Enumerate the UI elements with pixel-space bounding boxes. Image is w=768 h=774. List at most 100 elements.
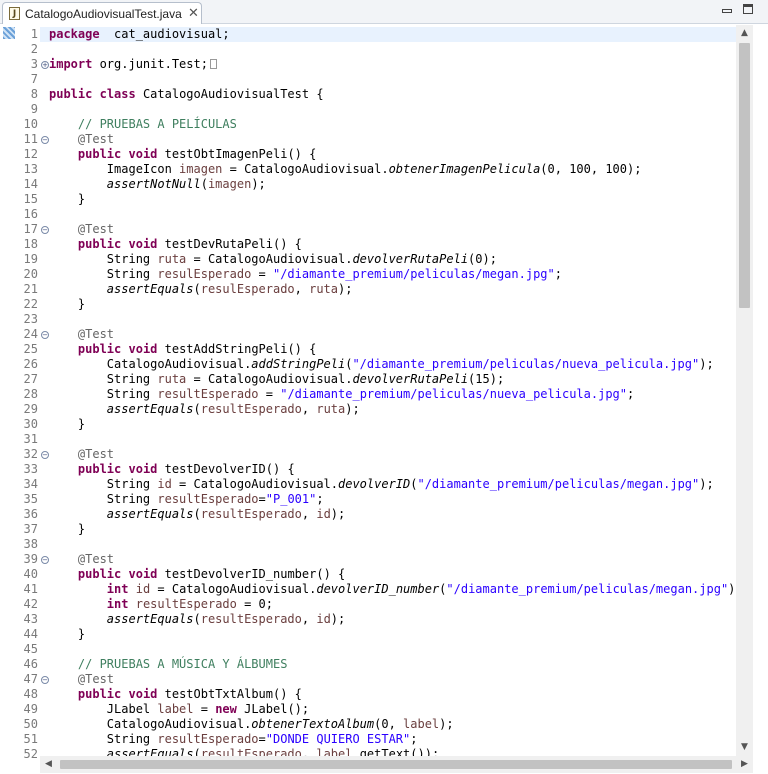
code-line[interactable]: String resultEsperado = "/diamante_premi…	[40, 387, 736, 402]
scroll-right-icon[interactable]: ▶	[736, 756, 753, 773]
scroll-left-icon[interactable]: ◀	[40, 756, 57, 773]
code-line[interactable]: public void testObtImagenPeli() {	[40, 147, 736, 162]
scroll-down-icon[interactable]: ▼	[736, 739, 753, 756]
code-line[interactable]: public void testAddStringPeli() {	[40, 342, 736, 357]
code-token: ;	[554, 267, 562, 281]
code-token: obtenerImagenPelicula	[388, 162, 541, 176]
minimize-icon[interactable]	[722, 9, 732, 13]
code-line[interactable]: int resultEsperado = 0;	[40, 597, 736, 612]
code-line[interactable]: ImageIcon imagen = CatalogoAudiovisual.o…	[40, 162, 736, 177]
close-icon[interactable]: ✕	[188, 6, 199, 21]
line-number: 35	[23, 492, 38, 506]
code-line[interactable]: // PRUEBAS A MÚSICA Y ÁLBUMES	[40, 657, 736, 672]
vertical-scrollbar[interactable]: ▲ ▼	[736, 25, 753, 756]
horizontal-scrollbar[interactable]: ◀ ▶	[40, 756, 753, 773]
code-line[interactable]: // PRUEBAS A PELÍCULAS	[40, 117, 736, 132]
code-token: label	[403, 717, 440, 731]
code-line[interactable]: public void testDevRutaPeli() {	[40, 237, 736, 252]
code-line[interactable]: String ruta = CatalogoAudiovisual.devolv…	[40, 372, 736, 387]
horizontal-scroll-thumb[interactable]	[60, 760, 732, 769]
code-token: resultEsperado	[200, 747, 302, 756]
code-line[interactable]: assertEquals(resultEsperado, id);	[40, 507, 736, 522]
code-token: resultEsperado	[200, 612, 302, 626]
line-number: 14	[23, 177, 38, 191]
code-line[interactable]	[40, 102, 736, 117]
code-line[interactable]: String ruta = CatalogoAudiovisual.devolv…	[40, 252, 736, 267]
code-line[interactable]: CatalogoAudiovisual.addStringPeli("/diam…	[40, 357, 736, 372]
code-token: }	[49, 417, 86, 431]
line-number: 18	[23, 237, 38, 251]
code-line[interactable]: String resulEsperado = "/diamante_premiu…	[40, 267, 736, 282]
code-token: (	[200, 177, 208, 191]
code-token: resultEsperado	[157, 387, 259, 401]
code-line[interactable]: public void testDevolverID_number() {	[40, 567, 736, 582]
line-number: 51	[23, 732, 38, 746]
line-number: 44	[23, 627, 38, 641]
vertical-scroll-thumb[interactable]	[739, 43, 750, 308]
code-text-area[interactable]: package cat_audiovisual;import org.junit…	[40, 25, 736, 756]
code-line[interactable]: assertEquals(resulEsperado, ruta);	[40, 282, 736, 297]
code-token: (0, 100, 100);	[540, 162, 642, 176]
code-line[interactable]: public class CatalogoAudiovisualTest {	[40, 87, 736, 102]
overview-ruler[interactable]	[753, 25, 768, 756]
code-line[interactable]: assertEquals(resultEsperado, id);	[40, 612, 736, 627]
code-token: public	[77, 687, 122, 701]
code-editor[interactable]: 1 2 3 +7 8 9 10 11−12 13 14 15 16 17−18 19 20 21 22 23 24−…	[0, 25, 768, 774]
code-line[interactable]: @Test	[40, 672, 736, 687]
code-line[interactable]	[40, 42, 736, 57]
code-line[interactable]: }	[40, 417, 736, 432]
code-line[interactable]: String id = CatalogoAudiovisual.devolver…	[40, 477, 736, 492]
code-line[interactable]	[40, 312, 736, 327]
editor-tab[interactable]: J CatalogoAudiovisualTest.java ✕	[2, 2, 202, 24]
code-token: =	[258, 492, 266, 506]
code-line[interactable]	[40, 432, 736, 447]
code-token: ;	[627, 387, 635, 401]
code-token: public	[77, 462, 122, 476]
code-line[interactable]: int id = CatalogoAudiovisual.devolverID_…	[40, 582, 736, 597]
code-line[interactable]: @Test	[40, 447, 736, 462]
code-line[interactable]: public void testObtTxtAlbum() {	[40, 687, 736, 702]
code-token: testDevolverID() {	[157, 462, 295, 476]
code-line[interactable]: @Test	[40, 222, 736, 237]
code-line[interactable]: @Test	[40, 552, 736, 567]
code-line[interactable]: CatalogoAudiovisual.obtenerTextoAlbum(0,…	[40, 717, 736, 732]
code-line[interactable]	[40, 72, 736, 87]
code-line[interactable]: JLabel label = new JLabel();	[40, 702, 736, 717]
folded-region-icon[interactable]	[209, 59, 217, 69]
code-line[interactable]: assertEquals(resultEsperado, label.getTe…	[40, 747, 736, 756]
code-token: }	[49, 297, 86, 311]
code-token: testDevolverID_number() {	[157, 567, 346, 581]
scroll-up-icon[interactable]: ▲	[736, 25, 753, 42]
line-number: 33	[23, 462, 38, 476]
code-line[interactable]	[40, 537, 736, 552]
code-token: testDevRutaPeli() {	[157, 237, 302, 251]
code-line[interactable]: assertEquals(resultEsperado, ruta);	[40, 402, 736, 417]
line-number: 47	[23, 672, 38, 686]
code-line[interactable]: }	[40, 627, 736, 642]
code-line[interactable]: String resultEsperado="DONDE QUIERO ESTA…	[40, 732, 736, 747]
code-line[interactable]: }	[40, 192, 736, 207]
code-line[interactable]: import org.junit.Test;	[40, 57, 736, 72]
code-line[interactable]: public void testDevolverID() {	[40, 462, 736, 477]
code-line[interactable]: String resultEsperado="P_001";	[40, 492, 736, 507]
code-token: =	[251, 267, 273, 281]
maximize-icon[interactable]	[743, 4, 753, 14]
code-line[interactable]: @Test	[40, 132, 736, 147]
code-line[interactable]: }	[40, 297, 736, 312]
code-line[interactable]	[40, 207, 736, 222]
code-line[interactable]	[40, 642, 736, 657]
code-token: ruta	[157, 252, 187, 266]
code-token: (0,	[374, 717, 404, 731]
code-line[interactable]: }	[40, 522, 736, 537]
code-token: "/diamante_premium/peliculas/megan.jpg"	[272, 267, 555, 281]
code-line[interactable]: @Test	[40, 327, 736, 342]
code-line[interactable]: package cat_audiovisual;	[40, 27, 736, 42]
code-line[interactable]: assertNotNull(imagen);	[40, 177, 736, 192]
java-file-icon: J	[9, 7, 20, 20]
